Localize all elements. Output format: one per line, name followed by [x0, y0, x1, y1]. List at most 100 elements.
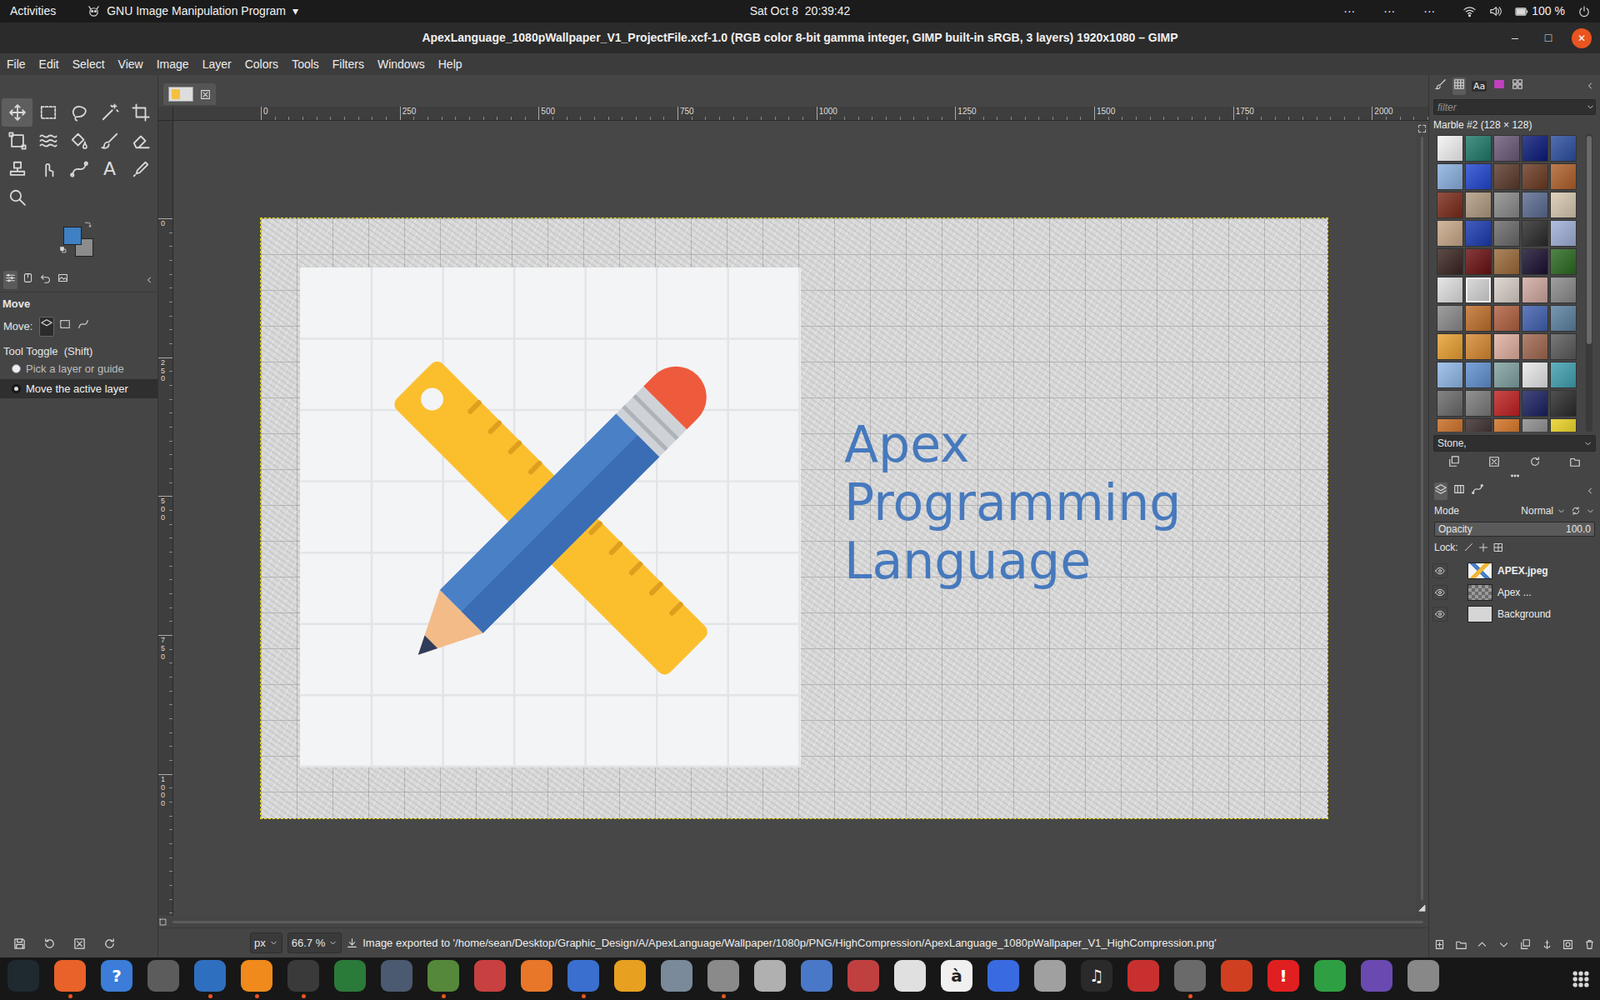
dock-item[interactable] [1400, 960, 1447, 999]
pattern-swatch[interactable] [1550, 135, 1577, 162]
lock-pixels-icon[interactable] [1463, 542, 1474, 553]
pattern-swatch[interactable] [1436, 163, 1464, 190]
radio-button[interactable] [11, 384, 21, 394]
dock-item[interactable] [700, 960, 747, 999]
delete-layer-icon[interactable] [1584, 939, 1595, 950]
dock-item[interactable] [653, 960, 700, 999]
visibility-toggle[interactable] [1432, 585, 1448, 600]
pattern-swatch[interactable] [1465, 163, 1492, 190]
restore-preset-icon[interactable] [43, 937, 56, 950]
chevron-down-icon[interactable] [1585, 102, 1595, 112]
pattern-swatch[interactable] [1465, 390, 1492, 417]
pattern-swatch[interactable] [1436, 361, 1464, 389]
default-colors-icon[interactable] [60, 246, 69, 255]
configure-tab-icon[interactable] [144, 275, 155, 285]
dock-item[interactable] [1306, 960, 1354, 999]
pattern-swatch[interactable] [1436, 305, 1464, 332]
minimize-button[interactable]: – [1505, 28, 1525, 49]
pattern-swatch[interactable] [1493, 361, 1520, 389]
text-tool[interactable]: A [94, 155, 125, 184]
pattern-swatch[interactable] [1493, 135, 1520, 162]
pattern-swatch[interactable] [1521, 276, 1549, 304]
lock-alpha-icon[interactable] [1493, 542, 1504, 553]
pattern-swatch[interactable] [1465, 220, 1492, 247]
zoom-toggle-icon[interactable] [1417, 124, 1427, 134]
dock-item[interactable] [373, 960, 420, 999]
rect-select-tool[interactable] [32, 98, 64, 127]
dock-item[interactable]: ♫ [1073, 960, 1120, 999]
paintbrush-tool[interactable] [94, 126, 125, 155]
duplicate-layer-icon[interactable] [1520, 939, 1531, 950]
menu-item[interactable]: Layer [195, 55, 239, 74]
close-tab-icon[interactable] [200, 89, 211, 100]
move-option[interactable]: Pick a layer or guide [0, 359, 158, 380]
dock-item[interactable] [980, 960, 1027, 999]
pattern-swatch[interactable] [1521, 418, 1549, 432]
pattern-swatch[interactable] [1493, 305, 1520, 332]
canvas[interactable]: ApexProgrammingLanguage [173, 120, 1416, 916]
menu-item[interactable]: File [0, 55, 33, 74]
vertical-scrollbar[interactable] [1415, 120, 1429, 916]
opacity-slider[interactable]: Opacity100.0 [1434, 521, 1595, 537]
pattern-swatch[interactable] [1493, 220, 1520, 247]
zoom-dropdown[interactable]: 66.7 % [287, 932, 342, 955]
duplicate-pattern-icon[interactable] [1448, 455, 1460, 468]
reset-options-icon[interactable] [103, 937, 116, 950]
dock-item[interactable]: à [933, 960, 980, 999]
dock-item[interactable] [793, 960, 840, 999]
crop-tool[interactable] [125, 98, 156, 127]
pattern-swatch[interactable] [1436, 276, 1464, 304]
pattern-swatch[interactable] [1550, 276, 1577, 304]
anchor-layer-icon[interactable] [1541, 939, 1553, 950]
pattern-swatch[interactable] [1436, 248, 1464, 275]
dock-item[interactable] [560, 960, 607, 999]
horizontal-scrollbar[interactable] [158, 915, 1429, 928]
dock-separator[interactable] [1429, 471, 1600, 480]
free-select-tool[interactable] [63, 98, 95, 127]
layer-row[interactable]: APEX.jpeg [1429, 560, 1600, 582]
move-option[interactable]: Move the active layer [0, 379, 158, 400]
pattern-swatch[interactable] [1493, 390, 1520, 417]
layer-mask-icon[interactable] [1562, 939, 1574, 950]
configure-tab-icon[interactable] [1585, 485, 1595, 496]
fuzzy-select-tool[interactable] [94, 98, 125, 127]
app-grid-icon[interactable] [1571, 970, 1590, 989]
warp-tool[interactable] [32, 126, 64, 155]
menu-item[interactable]: Windows [370, 55, 432, 74]
menu-item[interactable]: Select [65, 55, 112, 74]
move-tool[interactable] [1, 98, 33, 127]
dock-item[interactable] [280, 960, 327, 999]
dock-item[interactable] [1026, 960, 1074, 999]
dock-item[interactable] [326, 960, 374, 999]
delete-preset-icon[interactable] [73, 937, 86, 950]
lock-position-icon[interactable] [1478, 542, 1489, 553]
extension-indicator[interactable]: ··· [1343, 2, 1355, 20]
menu-item[interactable]: View [111, 55, 150, 74]
palettes-tab[interactable] [1510, 77, 1525, 95]
pattern-swatch[interactable] [1493, 191, 1520, 219]
pattern-swatch[interactable] [1436, 135, 1464, 162]
dock-item[interactable] [1213, 960, 1260, 999]
pattern-swatch[interactable] [1493, 418, 1520, 432]
lower-layer-icon[interactable] [1498, 939, 1510, 950]
pattern-swatch[interactable] [1465, 248, 1492, 275]
pattern-swatch[interactable] [1521, 135, 1549, 162]
pattern-swatch[interactable] [1465, 191, 1492, 219]
image-tab[interactable] [163, 83, 216, 105]
raise-layer-icon[interactable] [1476, 939, 1488, 950]
chevron-down-icon[interactable] [1583, 439, 1593, 449]
pattern-swatch[interactable] [1550, 333, 1577, 360]
pattern-swatch[interactable] [1436, 418, 1464, 432]
foreground-color-swatch[interactable] [63, 226, 82, 245]
menu-item[interactable]: Filters [325, 55, 371, 74]
quick-mask-icon[interactable] [158, 917, 168, 927]
pattern-swatch[interactable] [1521, 305, 1549, 332]
close-button[interactable]: ✕ [1571, 28, 1592, 49]
pattern-swatch[interactable] [1521, 191, 1549, 219]
layer-row[interactable]: Background [1429, 603, 1600, 625]
device-tab[interactable] [20, 270, 35, 290]
navigate-icon[interactable] [1417, 903, 1427, 913]
picker-tool[interactable] [125, 155, 156, 184]
dock-item[interactable]: ! [1260, 960, 1307, 999]
filter-input[interactable] [1434, 100, 1586, 115]
